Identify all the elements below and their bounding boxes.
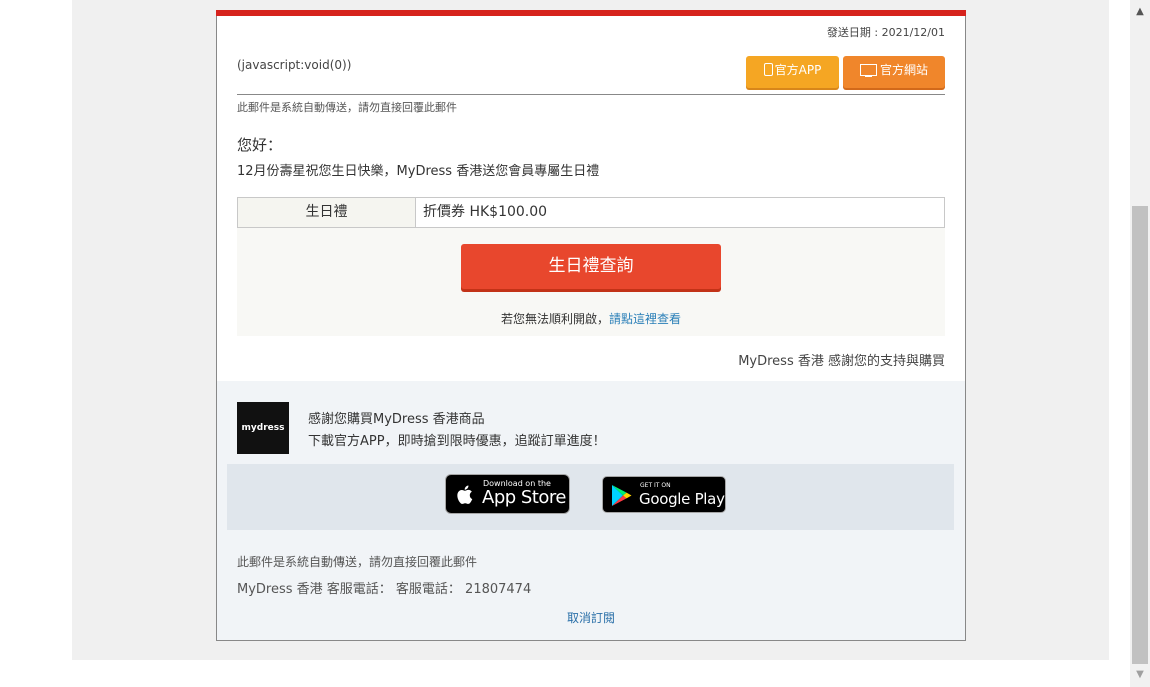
fallback-message: 若您無法順利開啟， — [500, 312, 609, 326]
gift-value: 折價券 HK$100.00 — [423, 204, 548, 220]
google-play-big-text: Google Play — [639, 490, 725, 508]
brand-top-bar — [216, 10, 966, 16]
monitor-icon — [859, 64, 877, 77]
thanks-message: MyDress 香港 感謝您的支持與購買 — [738, 354, 945, 369]
fallback-text: 若您無法順利開啟，請點這裡查看 — [237, 310, 945, 327]
mydress-logo: mydress — [237, 402, 289, 454]
google-play-badge[interactable]: GET IT ON Google Play — [602, 476, 726, 513]
email-footer: mydress 感謝您購買MyDress 香港商品 下載官方APP，即時搶到限時… — [217, 381, 965, 640]
scroll-thumb[interactable] — [1132, 206, 1148, 664]
apple-icon — [457, 485, 473, 504]
promo-line-1: 感謝您購買MyDress 香港商品 — [308, 412, 485, 427]
google-play-small-text: GET IT ON — [640, 482, 671, 489]
app-store-badge[interactable]: Download on the App Store — [445, 474, 570, 514]
click-here-link[interactable]: 請點這裡查看 — [609, 312, 681, 326]
birthday-message: 12月份壽星祝您生日快樂，MyDress 香港送您會員專屬生日禮 — [237, 164, 600, 179]
greeting: 您好： — [237, 136, 283, 154]
javascript-link[interactable]: (javascript:void(0)) — [237, 58, 351, 72]
email-card: 發送日期 : 2021/12/01 (javascript:void(0)) 官… — [216, 10, 966, 641]
gift-label: 生日禮 — [238, 198, 416, 227]
promo-line-2: 下載官方APP，即時搶到限時優惠，追蹤訂單進度！ — [308, 434, 606, 449]
auto-send-notice: 此郵件是系統自動傳送，請勿直接回覆此郵件 — [237, 101, 457, 114]
store-badges: Download on the App Store GET IT ON Goog… — [227, 464, 954, 530]
footer-notice: 此郵件是系統自動傳送，請勿直接回覆此郵件 — [237, 555, 478, 569]
google-play-icon — [612, 485, 632, 506]
birthday-gift-query-button[interactable]: 生日禮查詢 — [461, 244, 721, 289]
send-date: 發送日期 : 2021/12/01 — [826, 26, 945, 39]
gift-table: 生日禮 折價券 HK$100.00 — [237, 197, 945, 228]
scroll-down-arrow-icon[interactable]: ▼ — [1130, 667, 1150, 683]
gift-action-area: 生日禮查詢 若您無法順利開啟，請點這裡查看 — [237, 228, 945, 336]
scroll-up-arrow-icon[interactable]: ▲ — [1130, 4, 1150, 20]
header-divider — [237, 94, 945, 95]
official-app-label: 官方APP — [774, 63, 822, 77]
app-store-big-text: App Store — [482, 487, 566, 508]
official-website-button[interactable]: 官方網站 — [843, 56, 945, 88]
official-app-button[interactable]: 官方APP — [746, 56, 839, 88]
official-website-label: 官方網站 — [879, 63, 928, 77]
customer-service-phone: MyDress 香港 客服電話： 客服電話： 21807474 — [237, 582, 532, 597]
vertical-scrollbar[interactable]: ▲ ▼ — [1130, 0, 1150, 687]
phone-icon — [763, 63, 773, 76]
unsubscribe-link[interactable]: 取消訂閱 — [217, 609, 965, 626]
